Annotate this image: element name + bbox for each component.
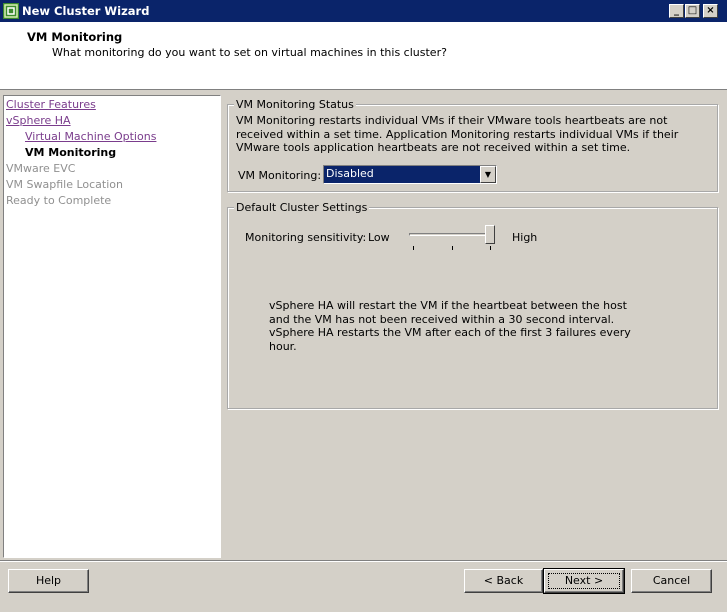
slider-tick — [452, 246, 453, 250]
window-title: New Cluster Wizard — [22, 4, 150, 18]
dropdown-arrow-button[interactable]: ▼ — [480, 166, 496, 183]
slider-tick — [490, 246, 491, 250]
vm-monitoring-label: VM Monitoring: — [238, 169, 322, 182]
back-button[interactable]: < Back — [464, 569, 543, 593]
maximize-icon: □ — [687, 5, 698, 16]
slider-tick — [413, 246, 414, 250]
sensitivity-slider-thumb[interactable] — [485, 225, 495, 244]
minimize-button[interactable]: _ — [669, 4, 684, 18]
nav-item-vm-monitoring: VM Monitoring — [25, 146, 117, 159]
maximize-button[interactable]: □ — [685, 4, 700, 18]
monitoring-sensitivity-label: Monitoring sensitivity: — [245, 231, 367, 244]
focus-rectangle — [548, 573, 620, 589]
slider-high-label: High — [512, 231, 538, 244]
sensitivity-description: vSphere HA will restart the VM if the he… — [269, 299, 631, 353]
cancel-button[interactable]: Cancel — [631, 569, 712, 593]
help-button[interactable]: Help — [8, 569, 89, 593]
vm-monitoring-status-legend: VM Monitoring Status — [234, 98, 356, 111]
nav-item-ready-to-complete: Ready to Complete — [6, 194, 112, 207]
vm-monitoring-description: VM Monitoring restarts individual VMs if… — [236, 114, 679, 154]
chevron-down-icon: ▼ — [484, 170, 492, 179]
bottom-separator — [0, 560, 727, 562]
page-subtitle: What monitoring do you want to set on vi… — [52, 46, 447, 59]
minimize-icon: _ — [674, 5, 679, 16]
sensitivity-slider-track[interactable] — [409, 233, 495, 236]
close-icon: × — [706, 5, 715, 16]
nav-item-cluster-features[interactable]: Cluster Features — [6, 98, 96, 112]
page-title: VM Monitoring — [27, 30, 123, 44]
close-button[interactable]: × — [703, 4, 718, 18]
slider-low-label: Low — [368, 231, 390, 244]
nav-item-vmware-evc: VMware EVC — [6, 162, 76, 175]
vsphere-cluster-icon — [3, 3, 19, 19]
nav-item-vsphere-ha[interactable]: vSphere HA — [6, 114, 71, 128]
nav-item-virtual-machine-options[interactable]: Virtual Machine Options — [25, 130, 156, 144]
vm-monitoring-selected-value[interactable]: Disabled — [324, 166, 480, 183]
default-cluster-settings-legend: Default Cluster Settings — [234, 201, 370, 214]
nav-item-vm-swapfile-location: VM Swapfile Location — [6, 178, 123, 191]
